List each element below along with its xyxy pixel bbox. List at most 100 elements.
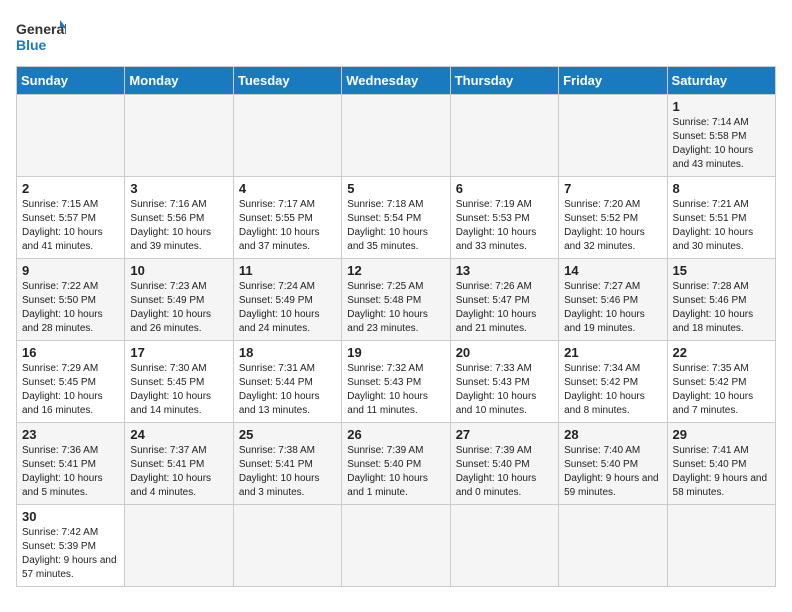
day-number: 3 xyxy=(130,181,227,196)
day-number: 14 xyxy=(564,263,661,278)
calendar-cell: 18 Sunrise: 7:31 AM Sunset: 5:44 PM Dayli… xyxy=(233,341,341,423)
sun-info: Sunrise: 7:18 AM Sunset: 5:54 PM Dayligh… xyxy=(347,198,444,254)
sun-info: Sunrise: 7:30 AM Sunset: 5:45 PM Dayligh… xyxy=(130,362,227,418)
day-number: 19 xyxy=(347,345,444,360)
calendar-cell: 10 Sunrise: 7:23 AM Sunset: 5:49 PM Dayli… xyxy=(125,259,233,341)
logo: General Blue xyxy=(16,16,66,58)
svg-text:Blue: Blue xyxy=(16,37,47,53)
calendar-cell xyxy=(450,95,558,177)
day-number: 23 xyxy=(22,427,119,442)
logo-svg: General Blue xyxy=(16,16,66,58)
calendar-cell: 21Sunrise: 7:34 AM Sunset: 5:42 PM Dayli… xyxy=(559,341,667,423)
calendar-cell xyxy=(342,95,450,177)
calendar-table: SundayMondayTuesdayWednesdayThursdayFrid… xyxy=(16,66,776,587)
weekday-header: Saturday xyxy=(667,67,775,95)
sun-info: Sunrise: 7:27 AM Sunset: 5:46 PM Dayligh… xyxy=(564,280,661,336)
sun-info: Sunrise: 7:19 AM Sunset: 5:53 PM Dayligh… xyxy=(456,198,553,254)
calendar-header: SundayMondayTuesdayWednesdayThursdayFrid… xyxy=(17,67,776,95)
calendar-cell: 8Sunrise: 7:21 AM Sunset: 5:51 PM Daylig… xyxy=(667,177,775,259)
calendar-cell: 19 Sunrise: 7:32 AM Sunset: 5:43 PM Dayli… xyxy=(342,341,450,423)
calendar-cell: 29 Sunrise: 7:41 AM Sunset: 5:40 PM Dayli… xyxy=(667,423,775,505)
sun-info: Sunrise: 7:31 AM Sunset: 5:44 PM Dayligh… xyxy=(239,362,336,418)
sun-info: Sunrise: 7:17 AM Sunset: 5:55 PM Dayligh… xyxy=(239,198,336,254)
calendar-cell xyxy=(233,95,341,177)
calendar-cell: 15 Sunrise: 7:28 AM Sunset: 5:46 PM Dayli… xyxy=(667,259,775,341)
calendar-cell xyxy=(667,505,775,587)
day-number: 17 xyxy=(130,345,227,360)
sun-info: Sunrise: 7:23 AM Sunset: 5:49 PM Dayligh… xyxy=(130,280,227,336)
day-number: 18 xyxy=(239,345,336,360)
calendar-cell xyxy=(450,505,558,587)
sun-info: Sunrise: 7:14 AM Sunset: 5:58 PM Dayligh… xyxy=(673,116,770,172)
day-number: 6 xyxy=(456,181,553,196)
calendar-cell: 5 Sunrise: 7:18 AM Sunset: 5:54 PM Daylig… xyxy=(342,177,450,259)
calendar-cell xyxy=(17,95,125,177)
calendar-cell: 4 Sunrise: 7:17 AM Sunset: 5:55 PM Daylig… xyxy=(233,177,341,259)
calendar-cell xyxy=(342,505,450,587)
day-number: 30 xyxy=(22,509,119,524)
calendar-cell: 20 Sunrise: 7:33 AM Sunset: 5:43 PM Dayli… xyxy=(450,341,558,423)
calendar-cell: 9Sunrise: 7:22 AM Sunset: 5:50 PM Daylig… xyxy=(17,259,125,341)
sun-info: Sunrise: 7:24 AM Sunset: 5:49 PM Dayligh… xyxy=(239,280,336,336)
sun-info: Sunrise: 7:39 AM Sunset: 5:40 PM Dayligh… xyxy=(347,444,444,500)
weekday-header: Friday xyxy=(559,67,667,95)
weekday-header: Wednesday xyxy=(342,67,450,95)
calendar-cell: 6 Sunrise: 7:19 AM Sunset: 5:53 PM Daylig… xyxy=(450,177,558,259)
sun-info: Sunrise: 7:29 AM Sunset: 5:45 PM Dayligh… xyxy=(22,362,119,418)
calendar-cell xyxy=(233,505,341,587)
day-number: 15 xyxy=(673,263,770,278)
calendar-cell: 22Sunrise: 7:35 AM Sunset: 5:42 PM Dayli… xyxy=(667,341,775,423)
calendar-cell: 17 Sunrise: 7:30 AM Sunset: 5:45 PM Dayli… xyxy=(125,341,233,423)
sun-info: Sunrise: 7:41 AM Sunset: 5:40 PM Dayligh… xyxy=(673,444,770,500)
sun-info: Sunrise: 7:39 AM Sunset: 5:40 PM Dayligh… xyxy=(456,444,553,500)
sun-info: Sunrise: 7:37 AM Sunset: 5:41 PM Dayligh… xyxy=(130,444,227,500)
calendar-cell: 2 Sunrise: 7:15 AM Sunset: 5:57 PM Daylig… xyxy=(17,177,125,259)
day-number: 10 xyxy=(130,263,227,278)
svg-text:General: General xyxy=(16,21,66,37)
calendar-cell: 1Sunrise: 7:14 AM Sunset: 5:58 PM Daylig… xyxy=(667,95,775,177)
weekday-row: SundayMondayTuesdayWednesdayThursdayFrid… xyxy=(17,67,776,95)
day-number: 20 xyxy=(456,345,553,360)
sun-info: Sunrise: 7:15 AM Sunset: 5:57 PM Dayligh… xyxy=(22,198,119,254)
calendar-week-row: 23Sunrise: 7:36 AM Sunset: 5:41 PM Dayli… xyxy=(17,423,776,505)
sun-info: Sunrise: 7:40 AM Sunset: 5:40 PM Dayligh… xyxy=(564,444,661,500)
day-number: 13 xyxy=(456,263,553,278)
calendar-cell xyxy=(559,505,667,587)
day-number: 27 xyxy=(456,427,553,442)
calendar-cell: 24Sunrise: 7:37 AM Sunset: 5:41 PM Dayli… xyxy=(125,423,233,505)
calendar-cell: 27 Sunrise: 7:39 AM Sunset: 5:40 PM Dayli… xyxy=(450,423,558,505)
calendar-week-row: 16Sunrise: 7:29 AM Sunset: 5:45 PM Dayli… xyxy=(17,341,776,423)
sun-info: Sunrise: 7:22 AM Sunset: 5:50 PM Dayligh… xyxy=(22,280,119,336)
calendar-cell xyxy=(125,95,233,177)
calendar-week-row: 9Sunrise: 7:22 AM Sunset: 5:50 PM Daylig… xyxy=(17,259,776,341)
calendar-cell: 28 Sunrise: 7:40 AM Sunset: 5:40 PM Dayli… xyxy=(559,423,667,505)
day-number: 4 xyxy=(239,181,336,196)
day-number: 11 xyxy=(239,263,336,278)
day-number: 29 xyxy=(673,427,770,442)
calendar-cell: 14 Sunrise: 7:27 AM Sunset: 5:46 PM Dayli… xyxy=(559,259,667,341)
calendar-week-row: 1Sunrise: 7:14 AM Sunset: 5:58 PM Daylig… xyxy=(17,95,776,177)
calendar-week-row: 30 Sunrise: 7:42 AM Sunset: 5:39 PM Dayli… xyxy=(17,505,776,587)
sun-info: Sunrise: 7:42 AM Sunset: 5:39 PM Dayligh… xyxy=(22,526,119,582)
day-number: 26 xyxy=(347,427,444,442)
sun-info: Sunrise: 7:28 AM Sunset: 5:46 PM Dayligh… xyxy=(673,280,770,336)
sun-info: Sunrise: 7:21 AM Sunset: 5:51 PM Dayligh… xyxy=(673,198,770,254)
sun-info: Sunrise: 7:34 AM Sunset: 5:42 PM Dayligh… xyxy=(564,362,661,418)
day-number: 2 xyxy=(22,181,119,196)
sun-info: Sunrise: 7:32 AM Sunset: 5:43 PM Dayligh… xyxy=(347,362,444,418)
calendar-cell: 12Sunrise: 7:25 AM Sunset: 5:48 PM Dayli… xyxy=(342,259,450,341)
calendar-cell: 26 Sunrise: 7:39 AM Sunset: 5:40 PM Dayli… xyxy=(342,423,450,505)
calendar-cell: 13Sunrise: 7:26 AM Sunset: 5:47 PM Dayli… xyxy=(450,259,558,341)
day-number: 25 xyxy=(239,427,336,442)
day-number: 28 xyxy=(564,427,661,442)
day-number: 22 xyxy=(673,345,770,360)
sun-info: Sunrise: 7:33 AM Sunset: 5:43 PM Dayligh… xyxy=(456,362,553,418)
day-number: 5 xyxy=(347,181,444,196)
weekday-header: Monday xyxy=(125,67,233,95)
weekday-header: Thursday xyxy=(450,67,558,95)
sun-info: Sunrise: 7:16 AM Sunset: 5:56 PM Dayligh… xyxy=(130,198,227,254)
sun-info: Sunrise: 7:20 AM Sunset: 5:52 PM Dayligh… xyxy=(564,198,661,254)
calendar-body: 1Sunrise: 7:14 AM Sunset: 5:58 PM Daylig… xyxy=(17,95,776,587)
calendar-cell: 7Sunrise: 7:20 AM Sunset: 5:52 PM Daylig… xyxy=(559,177,667,259)
calendar-cell: 16Sunrise: 7:29 AM Sunset: 5:45 PM Dayli… xyxy=(17,341,125,423)
